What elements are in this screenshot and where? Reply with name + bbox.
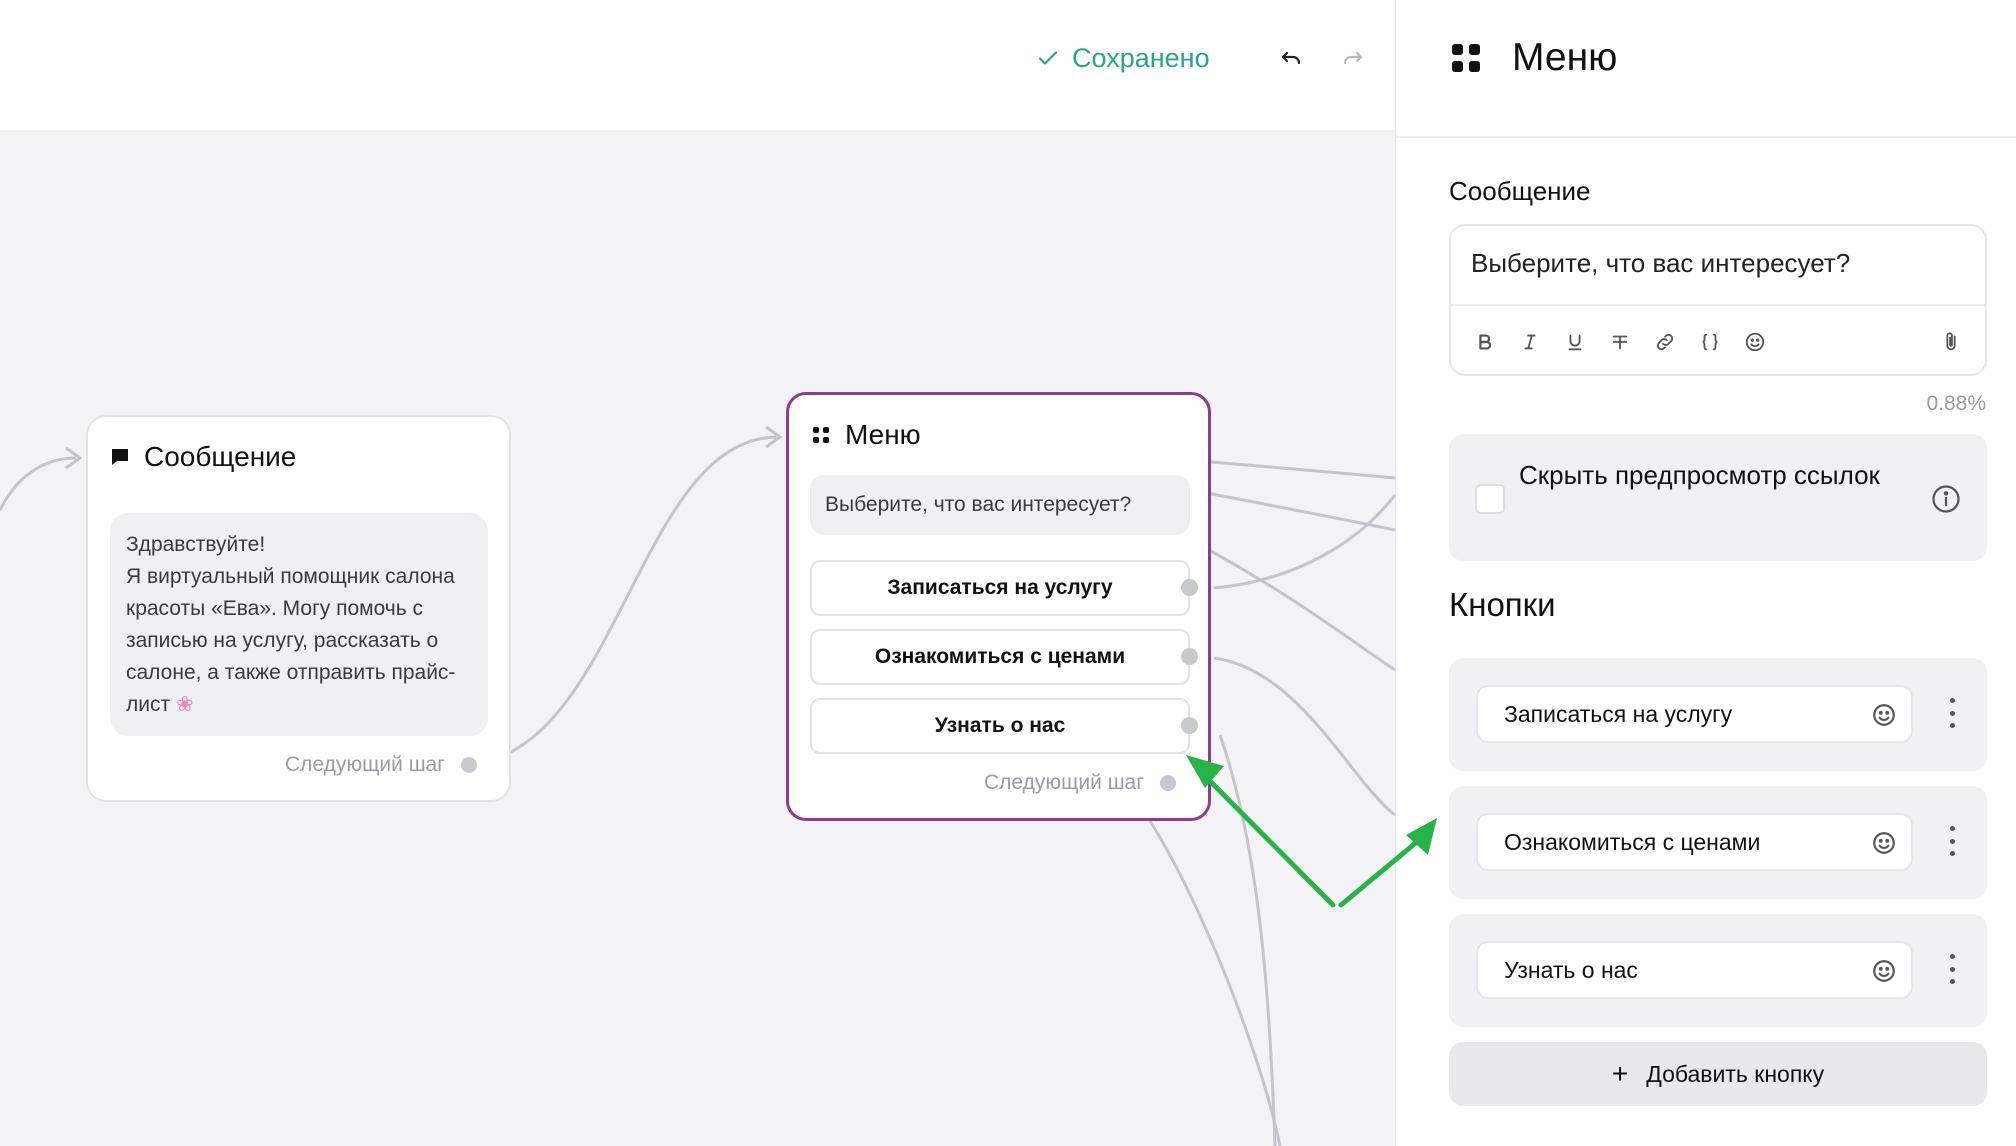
grid-icon (1452, 44, 1480, 72)
italic-button[interactable] (1514, 326, 1546, 358)
curly-braces-icon (1702, 333, 1718, 351)
buttons-section-label: Кнопки (1449, 586, 1556, 623)
button-input-3[interactable]: Узнать о нас (1476, 941, 1913, 999)
character-counter: 0.88% (1926, 392, 1986, 415)
message-editor[interactable]: Выберите, что вас интересует? (1449, 224, 1987, 376)
bold-button[interactable] (1469, 326, 1501, 358)
flower-icon: ❀ (175, 693, 194, 716)
button-input-1[interactable]: Записаться на услугу (1476, 685, 1913, 743)
bold-icon (1479, 334, 1492, 350)
emoji-button[interactable] (1739, 326, 1771, 358)
check-icon (1038, 51, 1058, 65)
menu-next-step-label: Следующий шаг (984, 771, 1144, 794)
message-next-step: Следующий шаг (285, 753, 477, 777)
format-toolbar (1469, 326, 1771, 358)
menu-node[interactable]: Меню Выберите, что вас интересует? Запис… (786, 392, 1211, 821)
smile-icon[interactable] (1871, 830, 1897, 856)
menu-node-title: Меню (845, 419, 921, 450)
undo-icon (1281, 51, 1301, 65)
message-next-step-label: Следующий шаг (285, 753, 445, 776)
message-next-step-port[interactable] (460, 757, 477, 773)
grid-icon (813, 427, 829, 443)
button-input-2-text: Ознакомиться с ценами (1504, 828, 1761, 855)
message-node-title: Сообщение (144, 441, 297, 472)
attach-button[interactable] (1935, 326, 1967, 358)
button-row-3: Узнать о нас (1449, 914, 1987, 1027)
edge-btn2-out (1213, 656, 1395, 817)
menu-node-button-1[interactable]: Записаться на услугу (810, 560, 1190, 616)
message-editor-input[interactable]: Выберите, что вас интересует? (1471, 248, 1850, 279)
link-icon (1656, 333, 1674, 351)
smile-icon[interactable] (1871, 958, 1897, 984)
plus-icon: + (1611, 1058, 1629, 1089)
italic-icon (1524, 334, 1536, 350)
more-options-icon[interactable] (1947, 698, 1957, 728)
variable-button[interactable] (1694, 326, 1726, 358)
strikethrough-icon (1612, 335, 1628, 350)
panel-header: Меню (1396, 0, 2016, 138)
edge-down-1 (1148, 820, 1282, 1146)
strikethrough-button[interactable] (1604, 326, 1636, 358)
more-options-icon[interactable] (1947, 826, 1957, 856)
menu-next-step: Следующий шаг (984, 771, 1176, 795)
menu-next-step-port[interactable] (1159, 775, 1176, 791)
saved-label: Сохранено (1072, 42, 1210, 73)
edge-btn2b-out (1199, 543, 1395, 672)
edge-message-to-menu (477, 435, 777, 765)
menu-button-1-port[interactable] (1181, 579, 1198, 596)
flow-canvas[interactable]: Сообщение Здравствуйте! Я виртуальный по… (0, 130, 1395, 1146)
edge-down-2 (1218, 734, 1277, 1146)
message-node-text-content: Здравствуйте! Я виртуальный помощник сал… (126, 533, 456, 716)
smile-icon (1745, 332, 1765, 352)
hide-preview-checkbox[interactable] (1475, 484, 1505, 514)
button-input-3-text: Узнать о нас (1504, 956, 1638, 983)
top-bar: Сохранено (0, 0, 1395, 130)
button-input-1-text: Записаться на услугу (1504, 700, 1733, 727)
menu-node-header: Меню (811, 419, 921, 451)
add-button-button[interactable]: + Добавить кнопку (1449, 1042, 1987, 1106)
chat-bubble-icon (112, 449, 128, 465)
hide-preview-option: Скрыть предпросмотр ссылок (1449, 434, 1987, 561)
button-row-1: Записаться на услугу (1449, 658, 1987, 771)
link-button[interactable] (1649, 326, 1681, 358)
panel-title: Меню (1450, 36, 1617, 80)
menu-button-2-port[interactable] (1181, 648, 1198, 665)
properties-panel: Меню Сообщение Выберите, что вас интерес… (1395, 0, 2016, 1146)
editor-divider (1451, 304, 1985, 306)
redo-button[interactable] (1335, 40, 1371, 76)
smile-icon[interactable] (1871, 702, 1897, 728)
redo-icon (1343, 51, 1363, 65)
panel-title-text: Меню (1512, 36, 1618, 79)
info-icon[interactable] (1931, 484, 1961, 514)
menu-node-button-2[interactable]: Ознакомиться с ценами (810, 629, 1190, 685)
button-input-2[interactable]: Ознакомиться с ценами (1476, 813, 1913, 871)
paperclip-icon (1946, 332, 1956, 351)
menu-node-message: Выберите, что вас интересует? (810, 475, 1190, 535)
underline-button[interactable] (1559, 326, 1591, 358)
more-options-icon[interactable] (1947, 954, 1957, 984)
message-node-header: Сообщение (110, 441, 296, 473)
message-node-text: Здравствуйте! Я виртуальный помощник сал… (110, 513, 488, 736)
add-button-label: Добавить кнопку (1646, 1060, 1825, 1087)
edge-btn1-out (1213, 494, 1395, 590)
hide-preview-label: Скрыть предпросмотр ссылок (1519, 460, 1880, 490)
edge-incoming-message (0, 456, 77, 511)
button-row-2: Ознакомиться с ценами (1449, 786, 1987, 899)
underline-icon (1568, 334, 1582, 351)
menu-node-button-3[interactable]: Узнать о нас (810, 698, 1190, 754)
message-section-label: Сообщение (1449, 176, 1591, 206)
saved-status: Сохранено (1036, 40, 1210, 76)
menu-button-3-port[interactable] (1181, 717, 1198, 734)
undo-button[interactable] (1273, 40, 1309, 76)
message-node[interactable]: Сообщение Здравствуйте! Я виртуальный по… (86, 415, 511, 802)
